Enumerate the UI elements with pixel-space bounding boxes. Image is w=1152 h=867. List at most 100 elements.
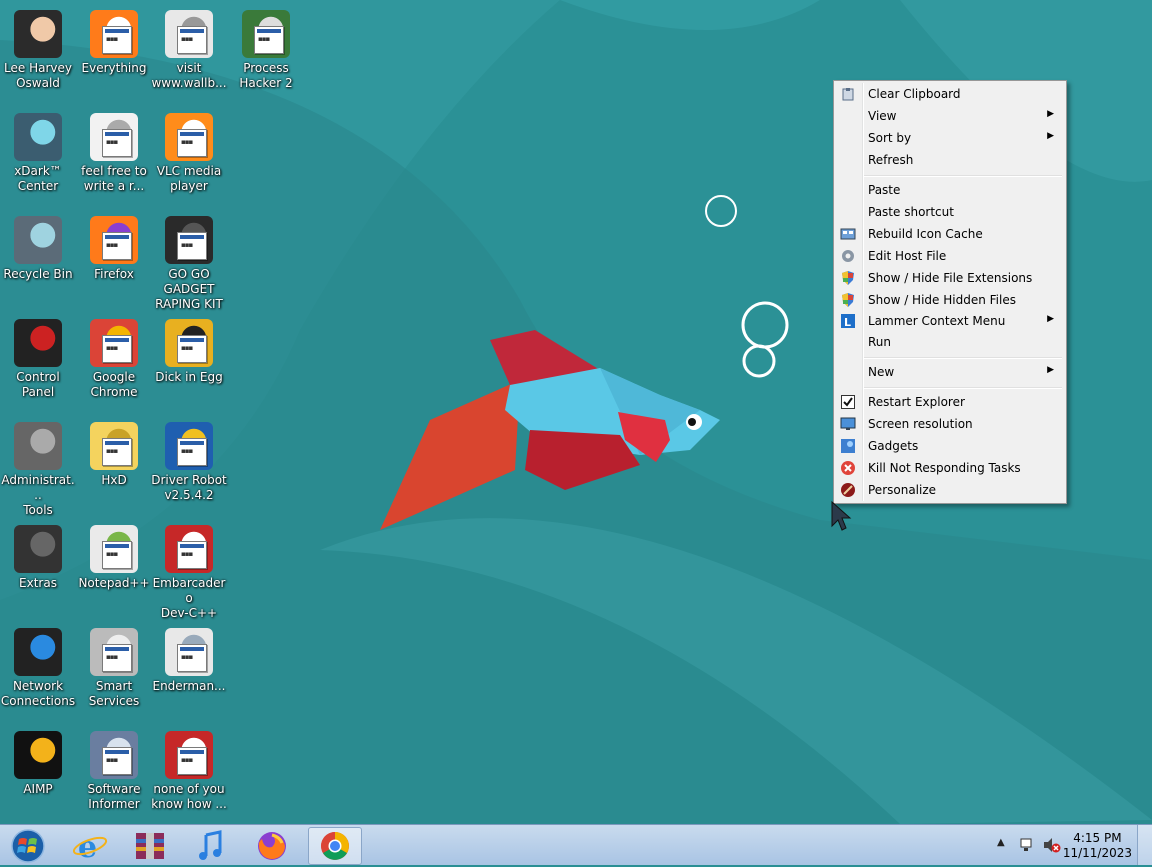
- desktop-icon-label: Network Connections: [0, 679, 76, 708]
- taskbar-itunes-button[interactable]: [184, 827, 236, 863]
- desktop-icon[interactable]: Control Panel: [0, 313, 76, 400]
- monitor-icon: [840, 417, 856, 430]
- desktop-icon[interactable]: Extras: [0, 519, 76, 591]
- desktop-icon-image: [165, 731, 213, 779]
- desktop-icon-label: Administrat... Tools: [1, 473, 75, 517]
- taskbar-firefox-button[interactable]: [246, 827, 298, 863]
- desktop-icon-image: [90, 216, 138, 264]
- menu-item-personalize[interactable]: Personalize: [836, 479, 1064, 501]
- menu-item-sort-by[interactable]: Sort by ▶: [836, 127, 1064, 149]
- desktop-icon[interactable]: none of you know how ...: [151, 725, 227, 812]
- desktop-icon-label: HxD: [101, 473, 127, 487]
- menu-item-label: View: [868, 109, 897, 123]
- desktop-icon[interactable]: VLC media player: [151, 107, 227, 194]
- menu-item-show-hide-file-extensions[interactable]: Show / Hide File Extensions: [836, 267, 1064, 289]
- icon-cache-icon: [840, 228, 856, 240]
- desktop-icon-label: Control Panel: [16, 370, 60, 399]
- desktop-icon[interactable]: Firefox: [76, 210, 152, 282]
- menu-item-lammer-context-menu[interactable]: L Lammer Context Menu ▶: [836, 310, 1064, 332]
- menu-item-show-hide-hidden-files[interactable]: Show / Hide Hidden Files: [836, 289, 1064, 311]
- desktop-icon-label: Driver Robot v2.5.4.2: [151, 473, 227, 502]
- shortcut-placeholder-icon: [177, 747, 207, 775]
- shortcut-placeholder-icon: [102, 26, 132, 54]
- menu-item-new[interactable]: New ▶: [836, 361, 1064, 383]
- menu-item-run[interactable]: Run: [836, 331, 1064, 353]
- desktop-icon[interactable]: Notepad++: [76, 519, 152, 591]
- desktop-icon[interactable]: Recycle Bin: [0, 210, 76, 282]
- desktop-icon-image: [90, 10, 138, 58]
- desktop-icon-label: Smart Services: [88, 679, 140, 708]
- volume-muted-icon[interactable]: [1042, 836, 1062, 854]
- menu-item-view[interactable]: View ▶: [836, 105, 1064, 127]
- menu-item-refresh[interactable]: Refresh: [836, 149, 1064, 171]
- menu-item-paste-shortcut[interactable]: Paste shortcut: [836, 201, 1064, 223]
- shortcut-placeholder-icon: [177, 26, 207, 54]
- desktop-icon[interactable]: GO GO GADGET RAPING KIT: [151, 210, 227, 312]
- menu-item-label: Restart Explorer: [868, 395, 965, 409]
- desktop-icon[interactable]: Enderman...: [151, 622, 227, 694]
- desktop-icon[interactable]: Everything: [76, 4, 152, 76]
- desktop-icon-image: [90, 422, 138, 470]
- desktop-icon-image: [165, 113, 213, 161]
- desktop-icon[interactable]: xDark™ Center: [0, 107, 76, 194]
- shortcut-placeholder-icon: [254, 26, 284, 54]
- menu-item-restart-explorer[interactable]: Restart Explorer: [836, 391, 1064, 413]
- desktop-icon-image: [90, 731, 138, 779]
- desktop-icon-image: [14, 628, 62, 676]
- menu-item-gadgets[interactable]: Gadgets: [836, 435, 1064, 457]
- menu-separator: [864, 175, 1062, 177]
- menu-item-kill-not-responding-tasks[interactable]: Kill Not Responding Tasks: [836, 457, 1064, 479]
- shortcut-placeholder-icon: [177, 644, 207, 672]
- submenu-arrow-icon: ▶: [1047, 109, 1054, 119]
- taskbar-chrome-button[interactable]: [308, 827, 362, 865]
- desktop-icon-label: feel free to write a r...: [81, 164, 147, 193]
- desktop-icon-label: GO GO GADGET RAPING KIT: [155, 267, 223, 311]
- menu-item-label: Personalize: [868, 483, 937, 497]
- desktop-icon[interactable]: Dick in Egg: [151, 313, 227, 385]
- desktop-icon-label: Extras: [19, 576, 57, 590]
- desktop-icon[interactable]: Smart Services: [76, 622, 152, 709]
- chrome-icon: [321, 832, 349, 860]
- desktop-icon[interactable]: Administrat... Tools: [0, 416, 76, 518]
- show-desktop-button[interactable]: [1137, 825, 1152, 865]
- desktop-icon[interactable]: Google Chrome: [76, 313, 152, 400]
- desktop-icon[interactable]: Lee Harvey Oswald: [0, 4, 76, 91]
- shortcut-placeholder-icon: [102, 232, 132, 260]
- desktop-icon-image: [14, 731, 62, 779]
- taskbar-winrar-button[interactable]: [124, 827, 176, 863]
- shortcut-placeholder-icon: [177, 232, 207, 260]
- desktop-icon[interactable]: Driver Robot v2.5.4.2: [151, 416, 227, 503]
- system-clock[interactable]: 4:15 PM 11/11/2023: [1063, 831, 1132, 861]
- windows-orb-icon: [11, 829, 45, 863]
- desktop-icon[interactable]: HxD: [76, 416, 152, 488]
- menu-item-paste[interactable]: Paste: [836, 179, 1064, 201]
- desktop-icon-image: [90, 628, 138, 676]
- menu-item-rebuild-icon-cache[interactable]: Rebuild Icon Cache: [836, 223, 1064, 245]
- menu-item-clear-clipboard[interactable]: Clear Clipboard: [836, 83, 1064, 105]
- winrar-icon: [136, 833, 164, 859]
- menu-item-label: Edit Host File: [868, 249, 947, 263]
- shortcut-placeholder-icon: [102, 644, 132, 672]
- menu-item-label: Sort by: [868, 131, 912, 145]
- taskbar-internet-explorer-button[interactable]: e: [64, 827, 116, 865]
- firefox-icon: [258, 832, 286, 860]
- desktop-icon[interactable]: visit www.wallb...: [151, 4, 227, 91]
- desktop-icon-image: [165, 422, 213, 470]
- desktop-icon-image: [14, 319, 62, 367]
- desktop-icon[interactable]: feel free to write a r...: [76, 107, 152, 194]
- desktop-icon[interactable]: AIMP: [0, 725, 76, 797]
- clock-date: 11/11/2023: [1062, 846, 1132, 860]
- start-button[interactable]: [2, 827, 54, 863]
- desktop-icon-label: none of you know how ...: [151, 782, 227, 811]
- menu-item-screen-resolution[interactable]: Screen resolution: [836, 413, 1064, 435]
- network-icon[interactable]: [1018, 837, 1034, 853]
- menu-item-edit-host-file[interactable]: Edit Host File: [836, 245, 1064, 267]
- desktop-icon[interactable]: Software Informer: [76, 725, 152, 812]
- desktop-icon[interactable]: Process Hacker 2: [228, 4, 304, 91]
- gadgets-icon: [841, 439, 855, 453]
- desktop-icon[interactable]: Embarcadero Dev-C++: [151, 519, 227, 621]
- show-hidden-icons-arrow[interactable]: ▲: [997, 837, 1005, 848]
- menu-separator: [864, 357, 1062, 359]
- desktop-icon-label: Notepad++: [78, 576, 150, 590]
- desktop-icon[interactable]: Network Connections: [0, 622, 76, 709]
